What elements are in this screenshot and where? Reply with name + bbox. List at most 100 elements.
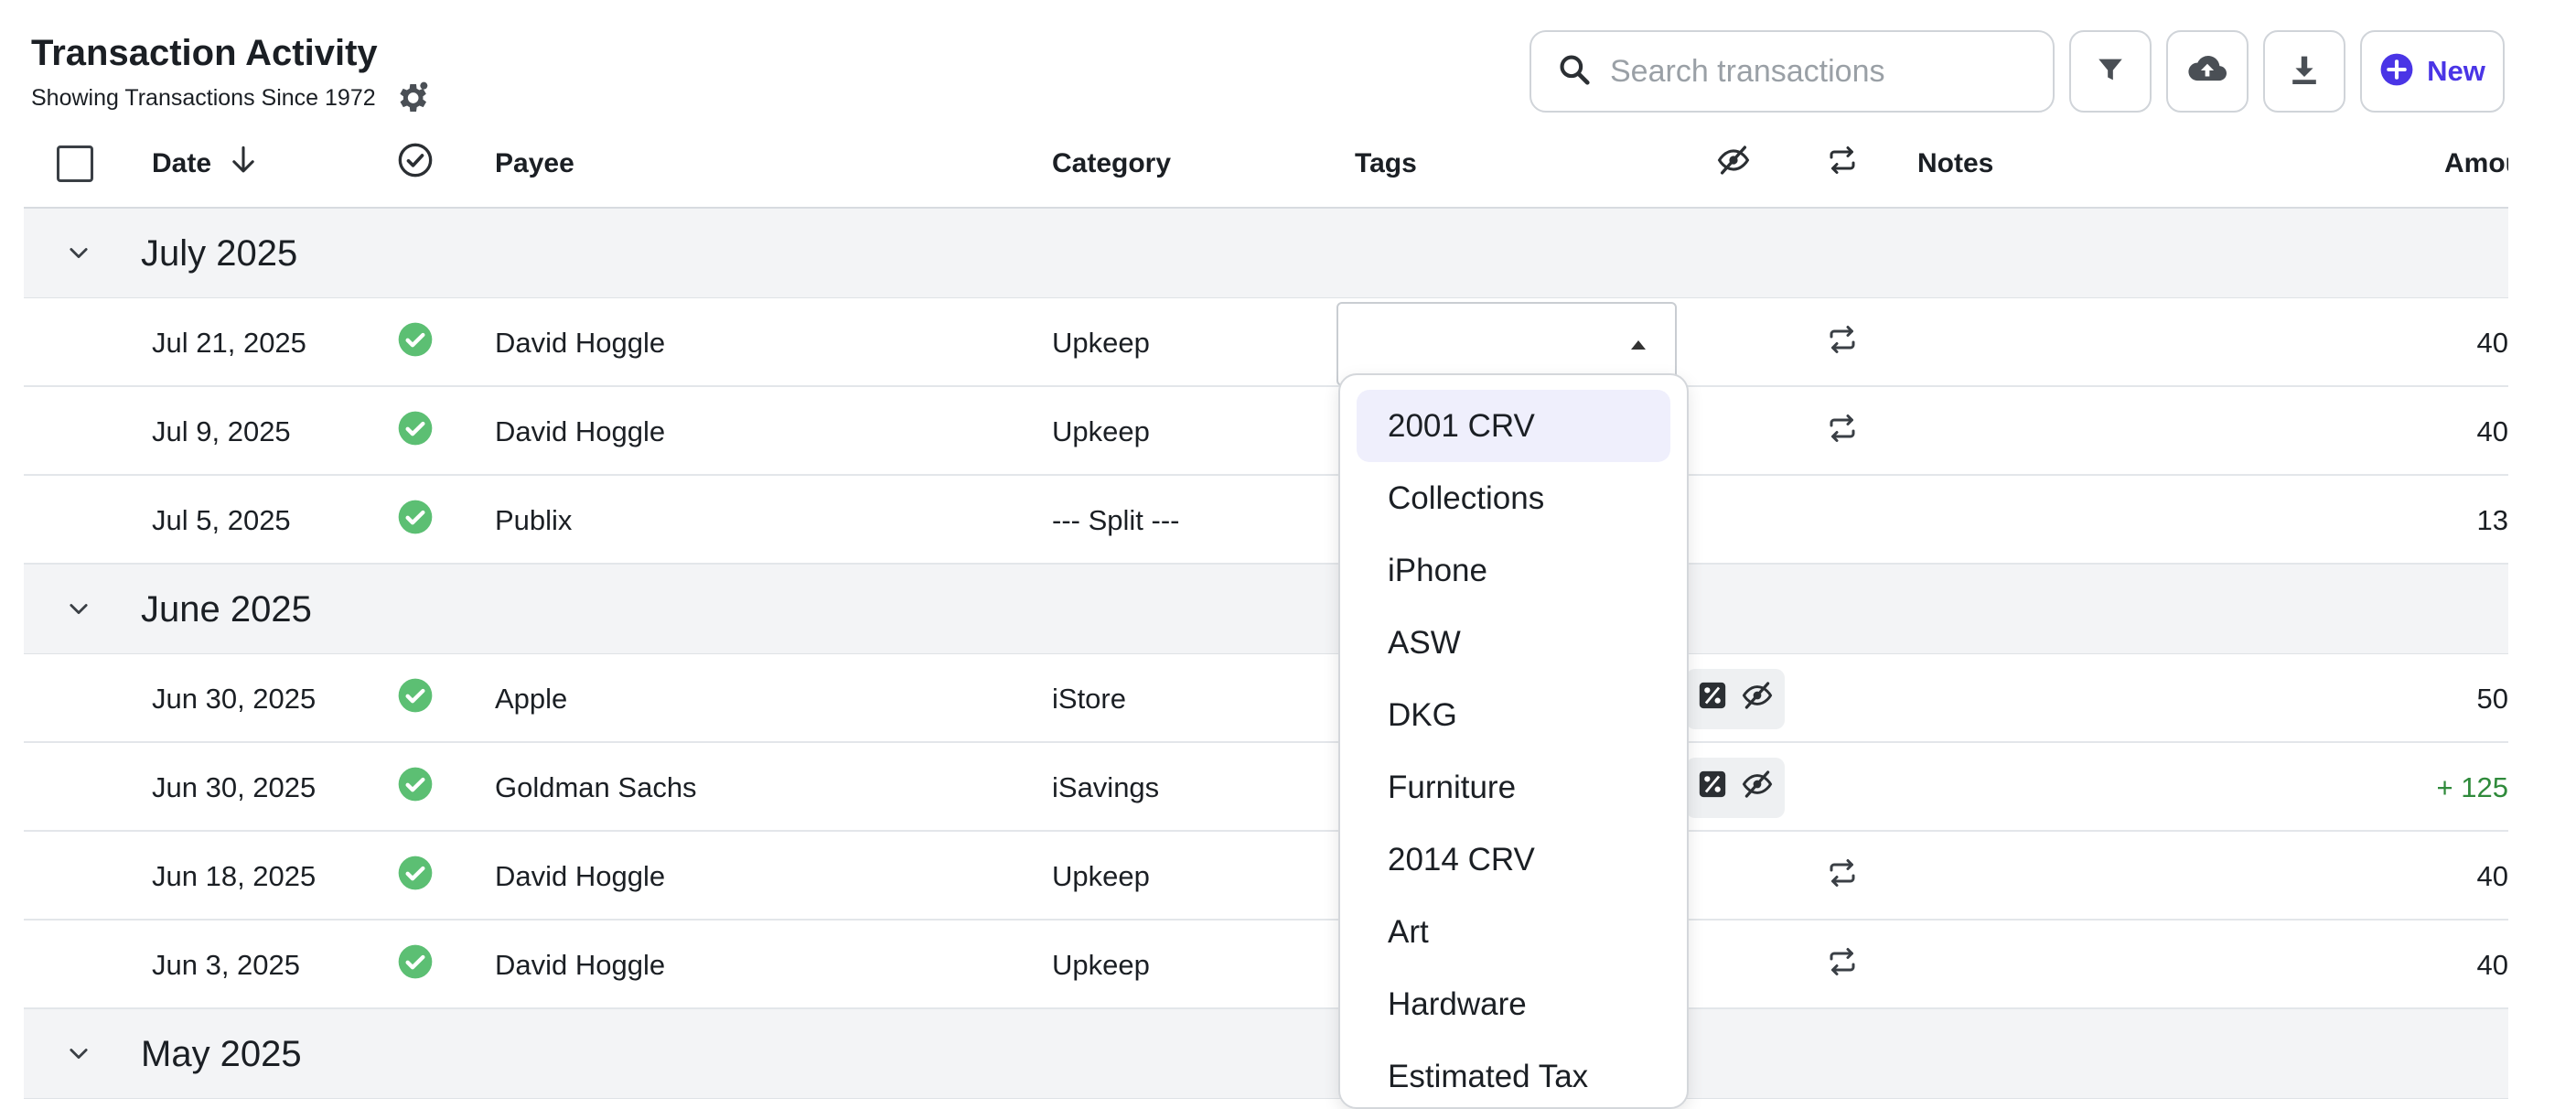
column-payee[interactable]: Payee [495, 119, 574, 209]
transaction-date: Jun 18, 2025 [152, 859, 317, 892]
chevron-down-icon[interactable] [66, 240, 91, 270]
toolbar: New [1530, 30, 2505, 113]
transaction-date: Jul 5, 2025 [152, 503, 291, 536]
column-repeat[interactable] [1826, 119, 1859, 209]
column-amount-label: Amount [2444, 148, 2508, 178]
tag-option[interactable]: 2001 CRV [1357, 390, 1670, 462]
check-circle-icon [397, 766, 434, 810]
transaction-payee: Publix [495, 503, 573, 536]
month-group-label: July 2025 [141, 232, 298, 274]
transaction-category: iStore [1052, 682, 1126, 715]
tag-dropdown-menu: 2001 CRV Collections iPhone ASW DKG Furniture… [1338, 373, 1689, 1109]
chevron-down-icon[interactable] [66, 596, 91, 626]
recurring-indicator [1826, 298, 1859, 387]
month-group-label: June 2025 [141, 588, 312, 630]
transaction-amount: 13 [2435, 476, 2508, 565]
column-amount[interactable]: Amount [2444, 119, 2508, 209]
chevron-down-icon[interactable] [66, 1040, 91, 1071]
caret-up-icon [1631, 340, 1646, 350]
check-circle-icon [397, 677, 434, 721]
search-box[interactable] [1530, 30, 2055, 113]
transaction-payee: David Hoggle [495, 326, 666, 359]
tag-option[interactable]: Hardware [1357, 968, 1670, 1040]
transaction-category: Upkeep [1052, 326, 1150, 359]
tag-option[interactable]: ASW [1357, 607, 1670, 679]
repeat-icon [1826, 412, 1859, 452]
filter-button[interactable] [2069, 30, 2152, 113]
transaction-amount: 40 [2435, 921, 2508, 1009]
transaction-row[interactable]: Jun 30, 2025 Goldman Sachs iSavings + 125 [24, 743, 2508, 832]
transaction-amount: 40 [2435, 387, 2508, 476]
filter-icon [2095, 54, 2126, 90]
tag-option[interactable]: Art [1357, 896, 1670, 968]
column-notes[interactable]: Notes [1917, 119, 1993, 209]
transaction-row[interactable]: Jun 3, 2025 David Hoggle Upkeep 40 [24, 921, 2508, 1009]
amount-value: 40 [2476, 415, 2508, 447]
column-hidden[interactable] [1716, 119, 1751, 209]
check-circle-icon [397, 855, 434, 899]
cleared-status[interactable] [397, 743, 434, 832]
transaction-row[interactable]: Jun 18, 2025 David Hoggle Upkeep 40 [24, 832, 2508, 921]
new-button[interactable]: New [2360, 30, 2505, 113]
tag-option[interactable]: DKG [1357, 679, 1670, 751]
select-all-checkbox[interactable] [57, 145, 93, 182]
cleared-status[interactable] [397, 387, 434, 476]
amount-value: 40 [2476, 859, 2508, 892]
cleared-status[interactable] [397, 298, 434, 387]
transaction-category: iSavings [1052, 770, 1160, 803]
transaction-amount: 40 [2435, 298, 2508, 387]
transaction-payee: Goldman Sachs [495, 770, 697, 803]
column-date-label: Date [152, 148, 212, 178]
tag-option[interactable]: iPhone [1357, 534, 1670, 607]
transaction-flags [1686, 743, 1785, 832]
transaction-category: Upkeep [1052, 415, 1150, 447]
transaction-row[interactable]: Jul 5, 2025 Publix --- Split --- 13 [24, 476, 2508, 565]
column-date[interactable]: Date [152, 119, 257, 209]
column-tags[interactable]: Tags [1355, 119, 1417, 209]
tag-option[interactable]: Estimated Tax [1357, 1040, 1670, 1107]
column-cleared[interactable] [397, 119, 434, 209]
plus-circle-icon [2379, 52, 2414, 92]
percent-icon [1697, 769, 1728, 807]
sort-arrow-down-icon [230, 145, 257, 183]
cleared-status[interactable] [397, 832, 434, 921]
recurring-indicator [1826, 832, 1859, 921]
recurring-indicator [1826, 921, 1859, 1009]
transaction-payee: David Hoggle [495, 948, 666, 981]
transaction-amount: + 125 [2435, 743, 2508, 832]
table-body: July 2025 Jul 21, 2025 David Hoggle Upkeep 4… [24, 209, 2508, 1099]
gear-icon[interactable] [392, 79, 431, 117]
transaction-payee: David Hoggle [495, 859, 666, 892]
transaction-date: Jul 9, 2025 [152, 415, 291, 447]
amount-value: 40 [2476, 948, 2508, 981]
page-title: Transaction Activity [31, 33, 378, 73]
download-button[interactable] [2263, 30, 2345, 113]
transaction-row[interactable]: Jun 30, 2025 Apple iStore 50 [24, 654, 2508, 743]
month-group-header[interactable]: July 2025 [24, 209, 2508, 298]
recurring-indicator [1826, 387, 1859, 476]
month-group-label: May 2025 [141, 1033, 302, 1074]
transaction-row[interactable]: Jul 21, 2025 David Hoggle Upkeep 40 [24, 298, 2508, 387]
transaction-flags [1686, 654, 1785, 743]
transaction-category: --- Split --- [1052, 503, 1180, 536]
month-group-header[interactable]: June 2025 [24, 565, 2508, 654]
upload-button[interactable] [2166, 30, 2249, 113]
cleared-status[interactable] [397, 476, 434, 565]
month-group-header[interactable]: May 2025 [24, 1009, 2508, 1099]
check-circle-icon [397, 321, 434, 365]
transaction-payee: David Hoggle [495, 415, 666, 447]
tag-option[interactable]: 2014 CRV [1357, 824, 1670, 896]
cleared-status[interactable] [397, 654, 434, 743]
select-all-cell [57, 119, 93, 209]
page-subtitle: Showing Transactions Since 1972 [31, 84, 376, 111]
transaction-row[interactable]: Jul 9, 2025 David Hoggle Upkeep 40 [24, 387, 2508, 476]
tag-option[interactable]: Collections [1357, 462, 1670, 534]
transaction-payee: Apple [495, 682, 568, 715]
tag-option[interactable]: Furniture [1357, 751, 1670, 824]
cleared-status[interactable] [397, 921, 434, 1009]
amount-value: 13 [2476, 503, 2508, 536]
eye-off-icon [1741, 770, 1774, 806]
transaction-date: Jun 30, 2025 [152, 682, 317, 715]
column-category[interactable]: Category [1052, 119, 1171, 209]
search-input[interactable] [1610, 53, 2012, 90]
